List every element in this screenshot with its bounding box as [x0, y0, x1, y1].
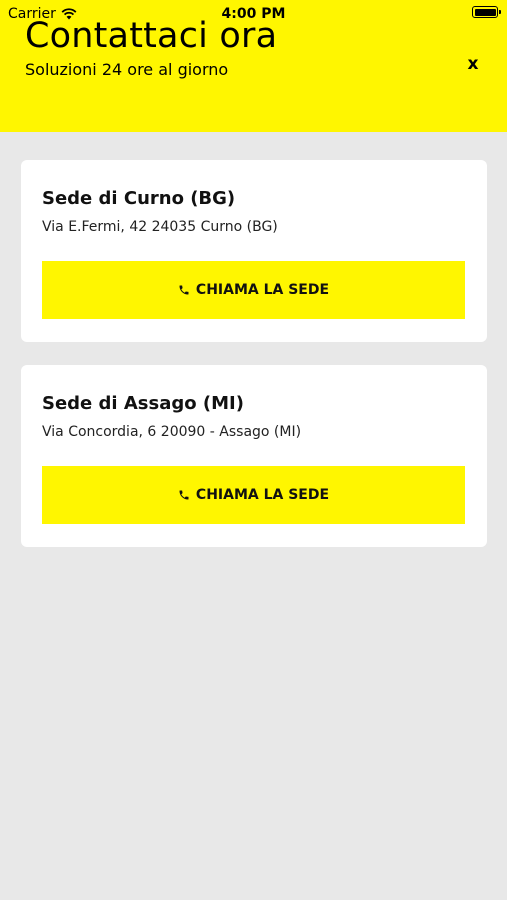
phone-icon [179, 490, 189, 500]
office-address: Via E.Fermi, 42 24035 Curno (BG) [42, 219, 278, 235]
call-office-button[interactable]: CHIAMA LA SEDE [42, 466, 465, 524]
office-name: Sede di Assago (MI) [42, 393, 244, 414]
call-office-button-label: CHIAMA LA SEDE [195, 487, 330, 503]
page-title: Contattaci ora [25, 16, 278, 56]
close-icon[interactable]: x [463, 54, 483, 74]
office-card-curno: Sede di Curno (BG) Via E.Fermi, 42 24035… [21, 160, 487, 342]
header: Carrier 4:00 PM Contattaci ora Soluzioni… [0, 0, 507, 132]
phone-icon [179, 285, 189, 295]
battery-icon [472, 6, 501, 18]
office-address: Via Concordia, 6 20090 - Assago (MI) [42, 424, 302, 440]
office-name: Sede di Curno (BG) [42, 188, 236, 209]
office-card-assago: Sede di Assago (MI) Via Concordia, 6 200… [21, 365, 487, 547]
call-office-button-label: CHIAMA LA SEDE [195, 282, 330, 298]
page-subtitle: Soluzioni 24 ore al giorno [25, 60, 229, 79]
call-office-button[interactable]: CHIAMA LA SEDE [42, 261, 465, 319]
